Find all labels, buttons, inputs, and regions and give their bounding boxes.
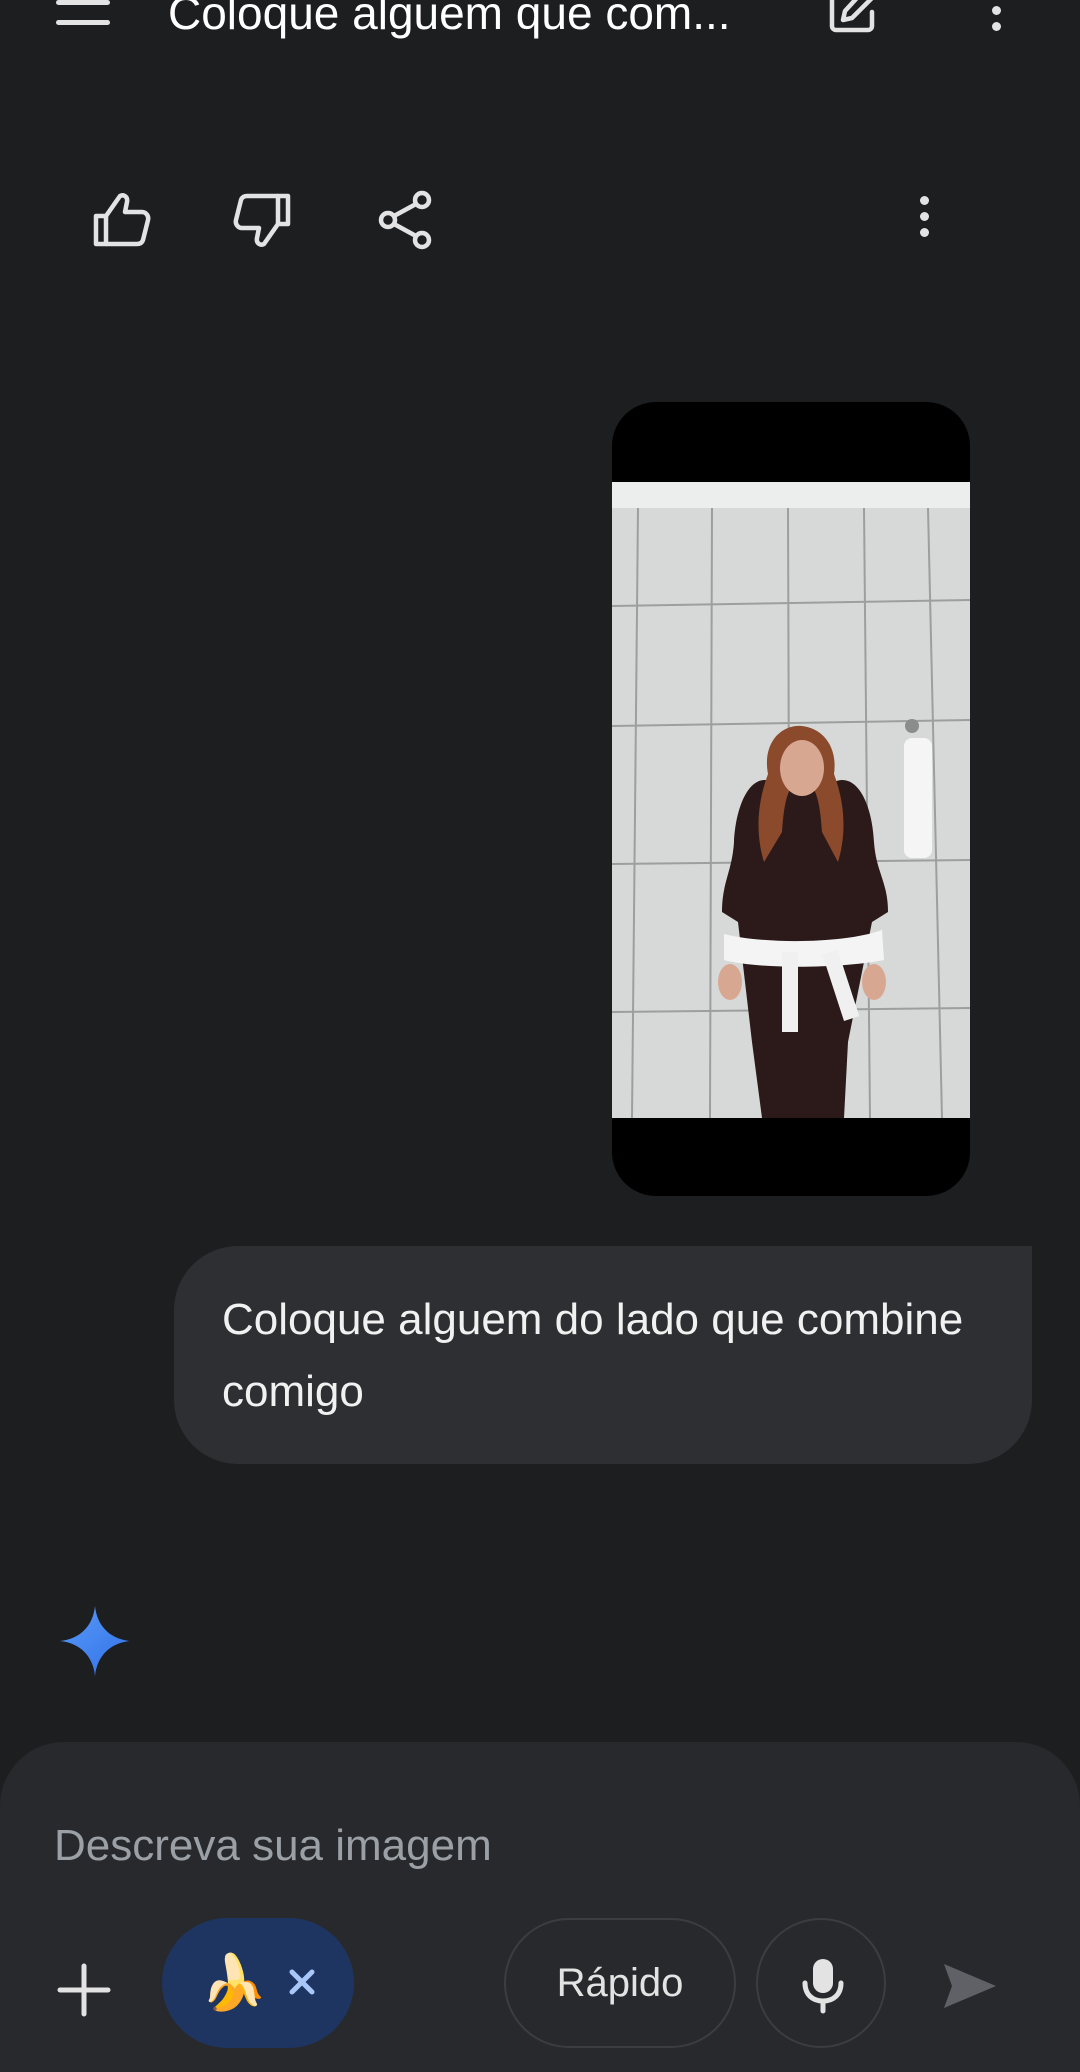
send-icon[interactable]	[940, 1956, 1000, 2016]
conversation-title[interactable]: Coloque alguem que com...	[168, 0, 808, 40]
more-options-icon[interactable]	[984, 0, 1008, 38]
uploaded-image-message[interactable]	[612, 402, 970, 1196]
user-message-bubble: Coloque alguem do lado que combine comig…	[174, 1246, 1032, 1464]
add-attachment-icon[interactable]	[54, 1960, 114, 2020]
prompt-input[interactable]	[54, 1816, 954, 1876]
top-app-bar: Coloque alguem que com...	[0, 0, 1080, 40]
prompt-composer: 🍌 Rápido	[0, 1742, 1080, 2072]
close-icon[interactable]	[282, 1962, 322, 2002]
more-vert-icon[interactable]	[912, 196, 936, 244]
microphone-button[interactable]	[756, 1918, 886, 2048]
mode-selector-button[interactable]: Rápido	[504, 1918, 736, 2048]
gemini-sparkle-icon	[60, 1606, 130, 1676]
app-screen: Coloque alguem que com... Coloque alguem…	[0, 0, 1080, 2072]
menu-icon[interactable]	[56, 0, 112, 38]
thumb-down-icon[interactable]	[230, 188, 294, 252]
share-icon[interactable]	[374, 188, 438, 252]
user-message-text: Coloque alguem do lado que combine comig…	[222, 1295, 964, 1416]
thumb-up-icon[interactable]	[90, 188, 154, 252]
microphone-icon	[802, 1959, 844, 2014]
banana-icon: 🍌	[200, 1953, 268, 2013]
edit-icon[interactable]	[826, 0, 880, 36]
uploaded-photo	[612, 482, 970, 1118]
image-tool-chip[interactable]: 🍌	[162, 1918, 354, 2048]
